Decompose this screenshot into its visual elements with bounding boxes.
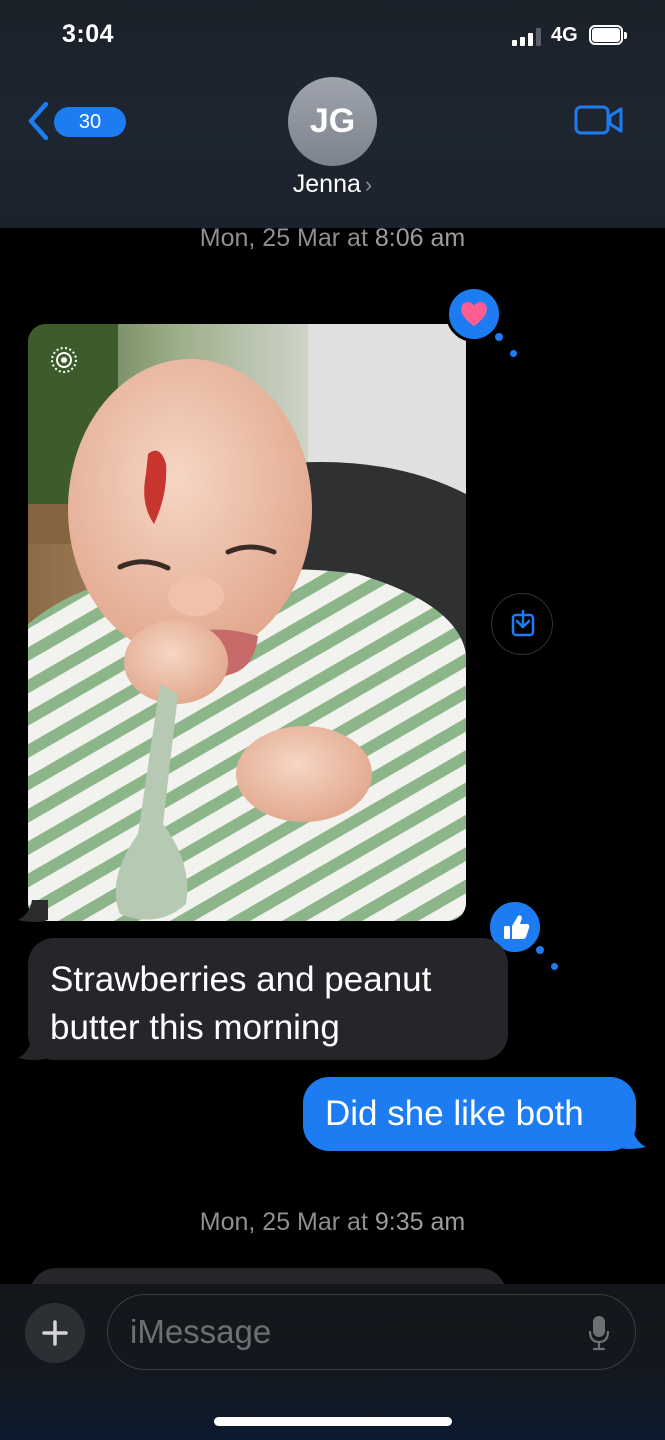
- timestamp-day: Mon, 25 Mar at: [199, 1208, 375, 1236]
- heart-icon: [461, 301, 487, 326]
- chevron-left-icon: [28, 101, 49, 141]
- bubble-tail: [18, 900, 48, 922]
- save-photo-button[interactable]: [491, 593, 553, 655]
- bubble-tail: [18, 1036, 48, 1060]
- home-indicator[interactable]: [214, 1417, 452, 1426]
- incoming-message-bubble[interactable]: Strawberries and peanut butter this morn…: [28, 938, 508, 1060]
- timestamp-time: 9:35 am: [374, 1208, 466, 1236]
- timestamp-time: 8:06 am: [374, 224, 466, 252]
- chevron-right-icon: ›: [364, 172, 373, 197]
- contact-name-label: Jenna: [292, 170, 361, 198]
- status-bar: 3:04 4G: [0, 0, 665, 72]
- message-timestamp: Mon, 25 Mar at 9:35 am: [0, 1208, 665, 1237]
- microphone-icon[interactable]: [588, 1315, 610, 1351]
- contact-name[interactable]: Jenna ›: [0, 170, 665, 199]
- plus-icon: [42, 1320, 68, 1346]
- imessage-placeholder: iMessage: [130, 1313, 272, 1350]
- bubble-tail: [616, 1125, 646, 1149]
- imessage-input[interactable]: iMessage: [107, 1294, 636, 1370]
- back-button[interactable]: 30: [26, 100, 126, 142]
- outgoing-message-bubble[interactable]: Did she like both: [303, 1077, 636, 1151]
- timestamp-day: Mon, 25 Mar at: [199, 224, 375, 252]
- conversation-header: 3:04 4G 30 JG Jenna ›: [0, 0, 665, 228]
- video-camera-icon[interactable]: [574, 103, 624, 137]
- baby-photo: [28, 324, 466, 921]
- heart-reaction[interactable]: [446, 286, 517, 357]
- contact-avatar[interactable]: JG: [288, 77, 377, 166]
- apps-plus-button[interactable]: [25, 1303, 85, 1363]
- photo-message[interactable]: [28, 324, 466, 921]
- cellular-signal-icon: [512, 28, 542, 46]
- network-type: 4G: [551, 24, 578, 46]
- status-time: 3:04: [62, 20, 115, 48]
- save-download-icon: [511, 609, 535, 637]
- message-timestamp: Mon, 25 Mar at 8:06 am: [0, 224, 665, 253]
- live-photo-icon: [51, 347, 77, 373]
- battery-icon: [589, 25, 627, 45]
- unread-count-badge: 30: [54, 107, 126, 137]
